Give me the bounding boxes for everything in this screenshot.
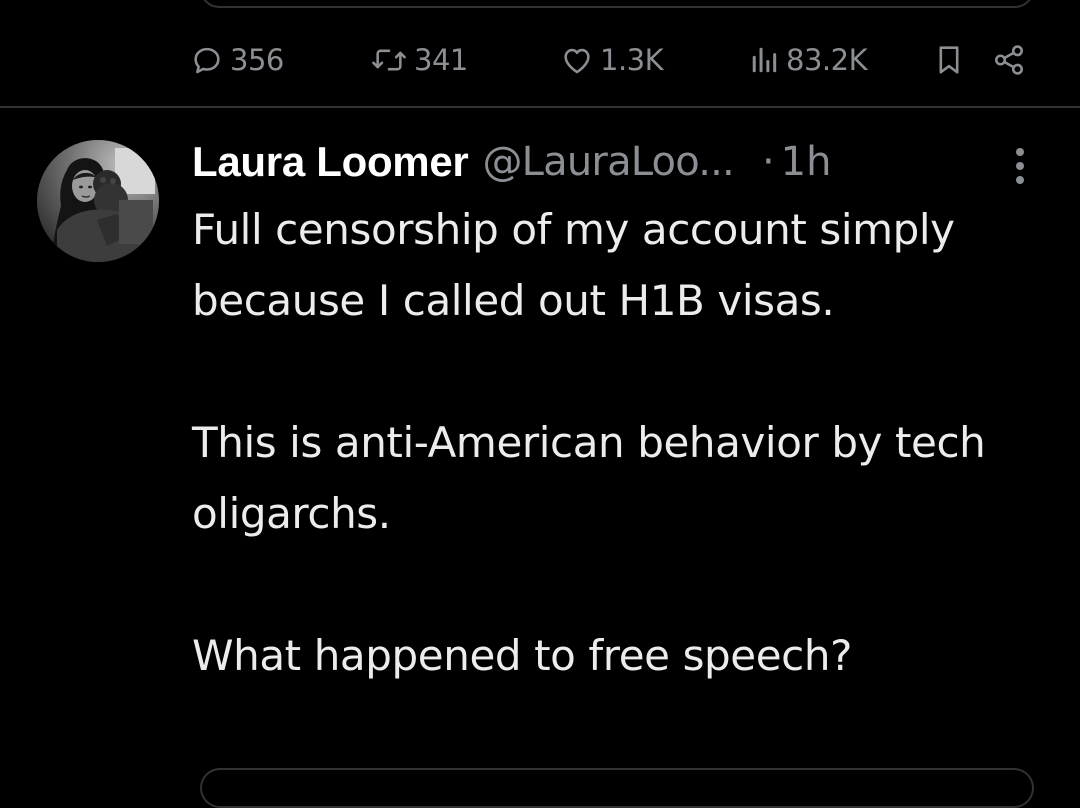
views-count: 83.2K bbox=[786, 43, 868, 77]
separator-dot: · bbox=[761, 139, 775, 185]
like-count: 1.3K bbox=[600, 43, 664, 77]
post[interactable]: Laura Loomer @LauraLoo... · 1h Full cens… bbox=[0, 110, 1080, 775]
bookmark-icon bbox=[934, 43, 964, 77]
reply-count: 356 bbox=[230, 43, 284, 77]
author-name[interactable]: Laura Loomer bbox=[192, 138, 469, 186]
share-button[interactable] bbox=[992, 40, 1026, 80]
repost-button[interactable]: 341 bbox=[370, 40, 468, 80]
like-icon bbox=[560, 43, 594, 77]
more-options-button[interactable] bbox=[1010, 146, 1030, 186]
repost-icon bbox=[370, 43, 408, 77]
views-button[interactable]: 83.2K bbox=[750, 40, 868, 80]
post-text: Full censorship of my account simply bec… bbox=[192, 205, 986, 680]
bookmark-button[interactable] bbox=[934, 40, 964, 80]
author-handle[interactable]: @LauraLoo... bbox=[482, 139, 734, 185]
more-icon bbox=[1010, 146, 1030, 186]
reply-button[interactable]: 356 bbox=[190, 40, 284, 80]
avatar[interactable] bbox=[37, 140, 159, 262]
embedded-card-top-edge[interactable] bbox=[200, 768, 1034, 808]
like-button[interactable]: 1.3K bbox=[560, 40, 664, 80]
previous-post-action-bar: 356 341 1.3K 83.2K bbox=[0, 0, 1080, 108]
reply-icon bbox=[190, 43, 224, 77]
share-icon bbox=[992, 43, 1026, 77]
post-timestamp[interactable]: 1h bbox=[781, 139, 832, 185]
views-icon bbox=[750, 43, 780, 77]
repost-count: 341 bbox=[414, 43, 468, 77]
post-header: Laura Loomer @LauraLoo... · 1h bbox=[192, 134, 831, 190]
